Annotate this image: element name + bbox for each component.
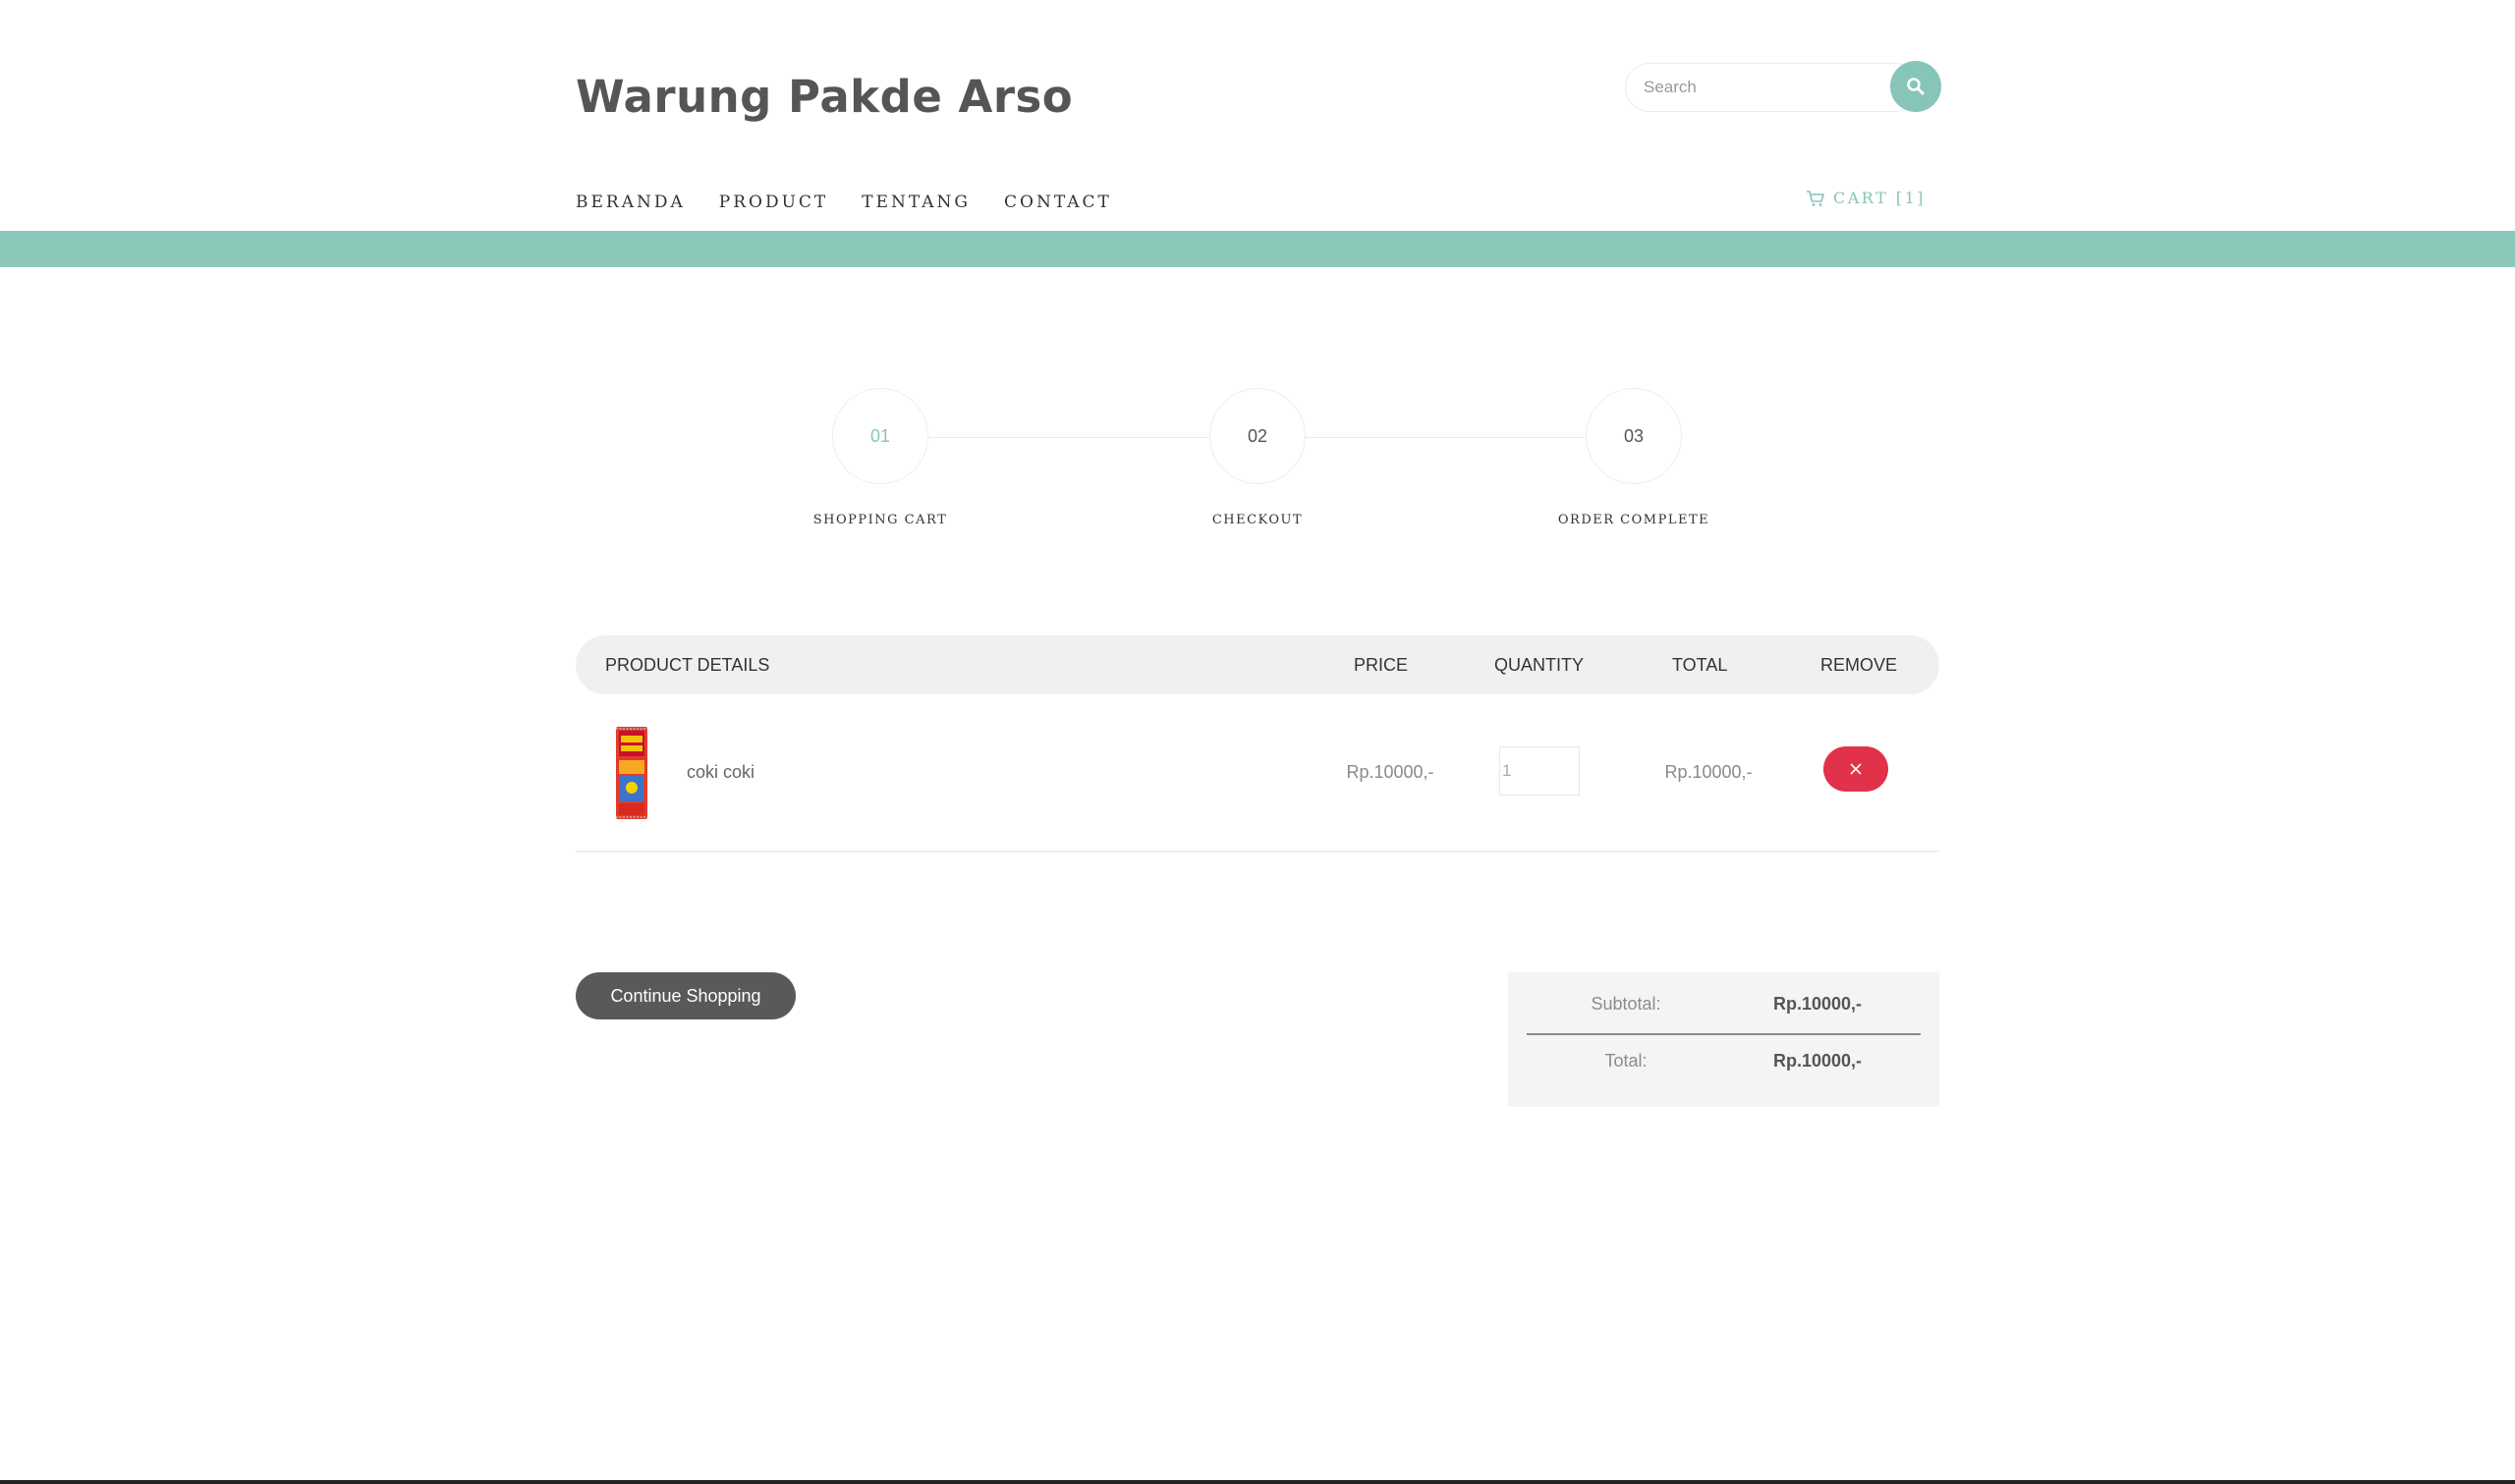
page-bottom-border [0,1480,2515,1484]
nav-item-contact[interactable]: CONTACT [1004,192,1112,212]
cart-table-header: PRODUCT DETAILS PRICE QUANTITY TOTAL REM… [576,635,1939,694]
product-name[interactable]: coki coki [687,762,754,783]
search-button[interactable] [1890,61,1941,112]
product-thumbnail[interactable] [615,727,648,819]
step-checkout: 02 CHECKOUT [1159,388,1356,527]
continue-shopping-button[interactable]: Continue Shopping [576,972,796,1019]
total-label: Total: [1604,1051,1648,1071]
header-band [0,231,2515,267]
column-quantity: QUANTITY [1494,655,1585,675]
cart-label: CART [1] [1833,189,1926,207]
product-price: Rp.10000,- [1346,762,1434,782]
step-order-complete: 03 ORDER COMPLETE [1536,388,1732,527]
totals-divider [1527,1033,1921,1035]
step-number: 01 [832,388,928,484]
site-title[interactable]: Warung Pakde Arso [576,71,1073,123]
close-icon [1850,763,1862,775]
nav-item-product[interactable]: PRODUCT [719,192,828,212]
quantity-input[interactable] [1499,746,1580,796]
subtotal-label: Subtotal: [1591,994,1661,1014]
column-product-details: PRODUCT DETAILS [605,655,770,675]
product-total: Rp.10000,- [1664,762,1753,782]
main-nav: BERANDA PRODUCT TENTANG CONTACT [576,192,1146,212]
step-label: ORDER COMPLETE [1557,513,1710,527]
table-row: coki coki Rp.10000,- Rp.10000,- [576,717,1939,852]
subtotal-value: Rp.10000,- [1772,994,1863,1014]
search-bar [1625,61,1941,114]
search-icon [1907,78,1925,95]
cart-totals: Subtotal: Rp.10000,- Total: Rp.10000,- [1508,972,1939,1107]
search-input[interactable] [1625,63,1920,112]
step-number: 02 [1209,388,1306,484]
cart-icon [1807,190,1824,206]
column-price: PRICE [1354,655,1409,675]
nav-item-beranda[interactable]: BERANDA [576,192,686,212]
column-total: TOTAL [1672,655,1728,675]
total-value: Rp.10000,- [1772,1051,1863,1071]
nav-item-tentang[interactable]: TENTANG [862,192,971,212]
step-number: 03 [1586,388,1682,484]
remove-item-button[interactable] [1823,746,1888,792]
cart-link[interactable]: CART [1] [1806,189,1926,207]
step-label: SHOPPING CART [812,513,948,527]
step-shopping-cart: 01 SHOPPING CART [782,388,978,527]
column-remove: REMOVE [1820,655,1898,675]
step-label: CHECKOUT [1211,513,1304,527]
page: Warung Pakde Arso BERANDA PRODUCT TENTAN… [0,0,2515,1484]
